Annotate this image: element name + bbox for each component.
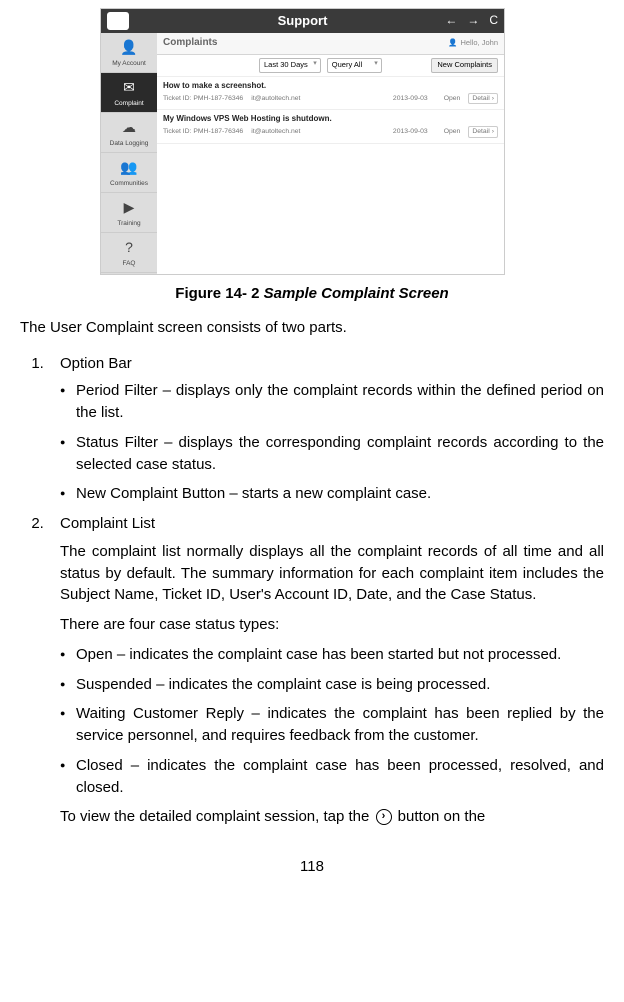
trailing-paragraph: To view the detailed complaint session, … [60,806,604,828]
sidebar-item-faq[interactable]: ? FAQ [101,233,157,273]
chevron-right-icon: › [492,94,494,104]
sidebar-item-my-account[interactable]: 👤 My Account [101,33,157,73]
row-ticket: Ticket ID: PMH-187-76346 [163,127,243,137]
screenshot-body: 👤 My Account ✉ Complaint ☁ Data Logging … [101,33,504,274]
user-greeting: 👤 Hello, John [448,38,498,49]
bullets-1: Period Filter – displays only the compla… [60,380,604,505]
sidebar-item-label: My Account [112,59,146,68]
bullets-2: Open – indicates the complaint case has … [60,644,604,799]
training-icon: ▶ [124,197,135,217]
faq-icon: ? [125,237,133,257]
sidebar-item-complaint[interactable]: ✉ Complaint [101,73,157,113]
page-number: 118 [20,856,604,878]
detail-circle-icon: › [376,809,392,825]
complaint-row[interactable]: How to make a screenshot. Ticket ID: PMH… [157,77,504,110]
row-sub: Ticket ID: PMH-187-76346 it@autoltech.ne… [163,93,498,105]
sample-complaint-screen: ⌂ Support ← → C 👤 My Account ✉ Complaint… [100,8,505,275]
paragraph: The complaint list normally displays all… [60,541,604,606]
complaint-row[interactable]: My Windows VPS Web Hosting is shutdown. … [157,110,504,143]
bullet-item: Open – indicates the complaint case has … [60,644,604,666]
list-item-option-bar: Option Bar Period Filter – displays only… [48,353,604,506]
account-icon: 👤 [120,37,137,57]
intro-paragraph: The User Complaint screen consists of tw… [20,317,604,339]
item-title: Option Bar [60,353,604,375]
back-icon[interactable]: ← [445,12,457,29]
item-title: Complaint List [60,513,604,535]
titlebar-title: Support [101,12,504,31]
row-sub: Ticket ID: PMH-187-76346 it@autoltech.ne… [163,126,498,138]
detail-button[interactable]: Detail › [468,126,498,138]
row-date: 2013-09-03 [393,94,428,104]
sidebar-item-label: Communities [110,179,148,188]
data-icon: ☁ [122,117,136,137]
sidebar-item-label: Data Logging [110,139,149,148]
main-panel: Complaints 👤 Hello, John Last 30 Days Qu… [157,33,504,274]
sidebar-item-data-logging[interactable]: ☁ Data Logging [101,113,157,153]
refresh-icon[interactable]: C [489,12,498,29]
row-account: it@autoltech.net [251,94,300,104]
home-icon: ⌂ [114,12,121,29]
row-title: My Windows VPS Web Hosting is shutdown. [163,113,498,125]
sidebar-item-label: Training [117,219,140,228]
paragraph: There are four case status types: [60,614,604,636]
status-filter[interactable]: Query All [327,58,382,73]
bullet-item: Period Filter – displays only the compla… [60,380,604,424]
titlebar: ⌂ Support ← → C [101,9,504,33]
complaint-icon: ✉ [123,77,135,97]
period-filter[interactable]: Last 30 Days [259,58,321,73]
panel-header: Complaints 👤 Hello, John [157,33,504,55]
sidebar-item-communities[interactable]: 👥 Communities [101,153,157,193]
new-complaint-button[interactable]: New Complaints [431,58,498,73]
user-icon: 👤 [448,38,457,49]
bullet-item: Waiting Customer Reply – indicates the c… [60,703,604,747]
row-ticket: Ticket ID: PMH-187-76346 [163,94,243,104]
nav-controls: ← → C [445,12,498,29]
sidebar-item-label: FAQ [122,259,135,268]
main-ordered-list: Option Bar Period Filter – displays only… [20,353,604,829]
row-account: it@autoltech.net [251,127,300,137]
filter-row: Last 30 Days Query All New Complaints [157,55,504,77]
panel-title: Complaints [163,36,217,51]
sidebar: 👤 My Account ✉ Complaint ☁ Data Logging … [101,33,157,274]
detail-button[interactable]: Detail › [468,93,498,105]
row-date: 2013-09-03 [393,127,428,137]
bullet-item: Suspended – indicates the complaint case… [60,674,604,696]
row-status: Open [444,94,461,104]
bullet-item: Closed – indicates the complaint case ha… [60,755,604,799]
figure-caption: Figure 14- 2 Sample Complaint Screen [20,283,604,305]
bullet-item: Status Filter – displays the correspondi… [60,432,604,476]
sidebar-item-label: Complaint [114,99,143,108]
list-item-complaint-list: Complaint List The complaint list normal… [48,513,604,828]
row-title: How to make a screenshot. [163,80,498,92]
sidebar-item-training[interactable]: ▶ Training [101,193,157,233]
home-button[interactable]: ⌂ [107,12,129,30]
forward-icon[interactable]: → [467,12,479,29]
communities-icon: 👥 [120,157,137,177]
chevron-right-icon: › [492,127,494,137]
bullet-item: New Complaint Button – starts a new comp… [60,483,604,505]
row-status: Open [444,127,461,137]
